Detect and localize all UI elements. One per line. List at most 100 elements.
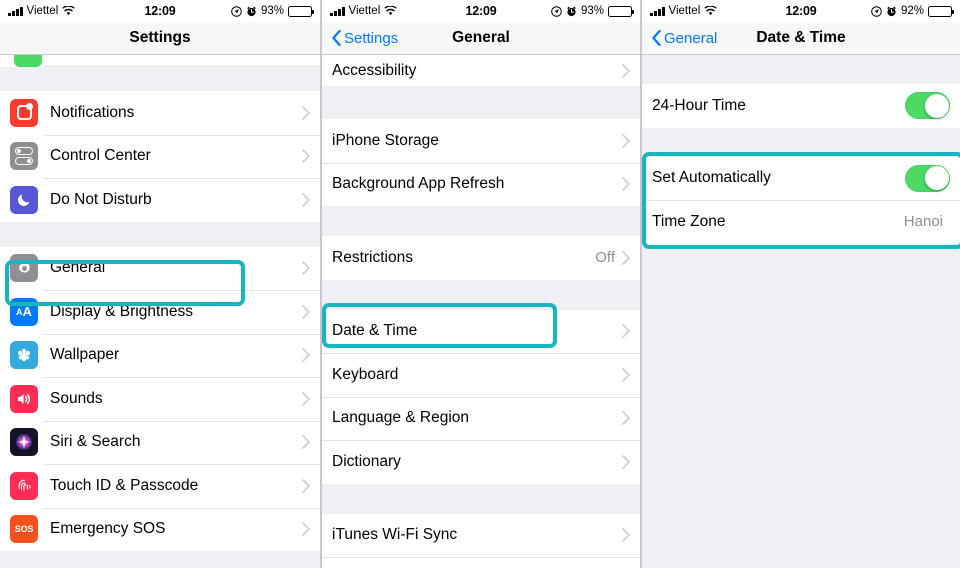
general-group-2: Restrictions Off [322,236,640,280]
toggle-set-automatically[interactable] [905,164,950,192]
sidebar-item-wallpaper[interactable]: Wallpaper [0,333,320,377]
panel-settings: Viettel 12:09 93% Settings Notifications… [0,0,320,568]
status-bar-settings: Viettel 12:09 93% [0,0,320,22]
list-item-time-zone[interactable]: Time Zone Hanoi [642,200,960,244]
do-not-disturb-icon [10,185,38,214]
sidebar-item-siri-search[interactable]: Siri & Search [0,420,320,464]
chevron-right-icon [302,435,310,450]
chevron-right-icon [622,367,630,382]
row-label: Touch ID & Passcode [50,476,199,494]
list-item-keyboard[interactable]: Keyboard [322,353,640,397]
row-label: Keyboard [332,365,399,383]
sidebar-item-do-not-disturb[interactable]: Do Not Disturb [0,178,320,222]
settings-list-scroll[interactable]: Notifications Control Center Do Not Dist… [0,55,320,568]
sidebar-item-sounds[interactable]: Sounds [0,377,320,421]
general-group-0: Accessibility [322,55,640,86]
chevron-right-icon [302,478,310,493]
alarm-clock-icon [246,6,257,17]
row-label: General [50,259,106,277]
row-label: Sounds [50,389,103,407]
list-item-language-region[interactable]: Language & Region [322,396,640,440]
section-gap [0,67,320,91]
back-button-general[interactable]: General [652,30,717,47]
status-bar-right: 93% [231,5,314,17]
chevron-right-icon [302,391,310,406]
row-label: Time Zone [652,212,726,230]
battery-icon [288,5,314,17]
general-gear-icon [10,254,38,283]
list-item-set-automatically[interactable]: Set Automatically [642,156,960,200]
battery-icon [928,5,954,17]
row-label: Background App Refresh [332,175,505,193]
chevron-right-icon [622,324,630,339]
list-item-24-hour-time[interactable]: 24-Hour Time [642,84,960,128]
row-label: Emergency SOS [50,520,166,538]
location-arrow-icon [551,5,562,17]
battery-percent-label: 93% [580,5,604,17]
partial-row-icon [14,55,42,67]
list-item-itunes-wifi-sync[interactable]: iTunes Wi-Fi Sync [322,513,640,557]
panel-date-time: Viettel 12:09 92% General Date & Time 24… [640,0,960,568]
chevron-right-icon [302,304,310,319]
status-bar-date-time: Viettel 12:09 92% [642,0,960,22]
status-bar-general: Viettel 12:09 93% [322,0,640,22]
sidebar-item-notifications[interactable]: Notifications [0,91,320,135]
row-value: Hanoi [903,213,943,231]
chevron-left-icon [652,30,661,46]
emergency-sos-icon: SOS [10,515,38,544]
battery-percent-label: 93% [260,5,284,17]
status-bar-right: 93% [551,5,634,17]
row-label: Wallpaper [50,346,120,364]
toggle-24-hour-time[interactable] [905,92,950,120]
list-item-vpn[interactable]: VPN Not Connected [322,557,640,568]
siri-icon [10,428,38,457]
list-item-accessibility[interactable]: Accessibility [322,55,640,86]
chevron-right-icon [622,63,630,78]
chevron-left-icon [332,30,341,46]
sidebar-item-touch-id-passcode[interactable]: Touch ID & Passcode [0,464,320,508]
panel-general: Viettel 12:09 93% Settings General Acces… [320,0,640,568]
page-title: Settings [129,29,191,46]
back-button-label: General [664,29,718,47]
notifications-icon [10,98,38,127]
display-brightness-icon: AA [10,297,38,326]
general-group-1: iPhone Storage Background App Refresh [322,119,640,206]
sidebar-item-control-center[interactable]: Control Center [0,134,320,178]
section-gap [322,279,640,310]
list-item-restrictions[interactable]: Restrictions Off [322,236,640,280]
list-item-date-time[interactable]: Date & Time [322,309,640,353]
sidebar-item-emergency-sos[interactable]: SOS Emergency SOS [0,507,320,551]
section-gap [0,221,320,247]
list-item-iphone-storage[interactable]: iPhone Storage [322,119,640,163]
chevron-right-icon [622,528,630,543]
row-label: iPhone Storage [332,131,439,149]
nav-bar-settings: Settings [0,22,320,55]
back-button-label: Settings [344,29,399,47]
row-label: Accessibility [332,61,417,79]
wallpaper-icon [10,341,38,370]
chevron-right-icon [302,149,310,164]
sounds-icon [10,384,38,413]
chevron-right-icon [302,261,310,276]
back-button-settings[interactable]: Settings [332,30,398,47]
row-label: Display & Brightness [50,302,194,320]
section-gap [642,55,960,84]
sidebar-item-general[interactable]: General [0,246,320,290]
list-item-background-app-refresh[interactable]: Background App Refresh [322,162,640,206]
general-group-3: Date & Time Keyboard Language & Region D… [322,309,640,484]
chevron-right-icon [622,177,630,192]
nav-bar-date-time: General Date & Time [642,22,960,55]
alarm-clock-icon [566,6,577,17]
battery-icon [608,5,634,17]
partial-cut-row [0,55,320,67]
row-label: Do Not Disturb [50,190,152,208]
list-item-dictionary[interactable]: Dictionary [322,440,640,484]
row-label: Set Automatically [652,169,771,187]
chevron-right-icon [302,522,310,537]
chevron-right-icon [622,250,630,265]
chevron-right-icon [622,133,630,148]
row-value: Off [595,249,615,267]
general-list-scroll[interactable]: Accessibility iPhone Storage Background … [322,55,640,568]
sidebar-item-display-brightness[interactable]: AA Display & Brightness [0,290,320,334]
date-time-list-scroll[interactable]: 24-Hour Time Set Automatically Time Zone… [642,55,960,568]
